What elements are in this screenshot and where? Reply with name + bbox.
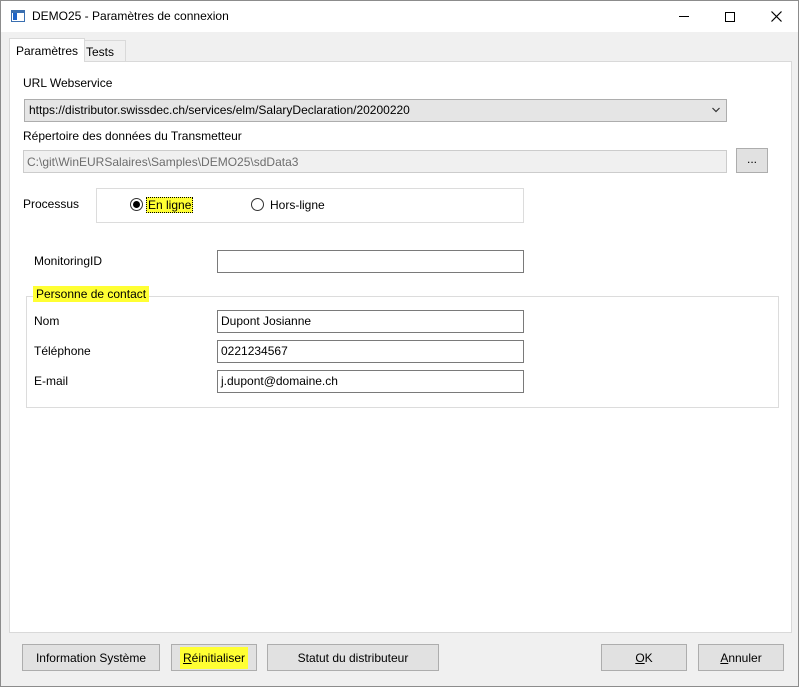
ok-button-label: OK [635, 650, 653, 665]
contact-group-legend: Personne de contact [33, 286, 150, 302]
tab-label: Tests [86, 44, 115, 59]
contact-phone-value: 0221234567 [221, 344, 288, 358]
contact-name-value: Dupont Josianne [221, 314, 312, 328]
app-window-icon [11, 10, 25, 22]
data-directory-label: Répertoire des données du Transmetteur [23, 129, 242, 143]
monitoring-id-input[interactable] [217, 250, 524, 273]
close-button[interactable] [753, 1, 799, 32]
reset-button[interactable]: Réinitialiser [171, 644, 257, 671]
chevron-down-icon [712, 107, 720, 113]
minimize-button[interactable] [661, 1, 707, 32]
browse-button-label: ... [746, 152, 757, 166]
system-info-button[interactable]: Information Système [22, 644, 160, 671]
contact-phone-input[interactable]: 0221234567 [217, 340, 524, 363]
contact-email-value: j.dupont@domaine.ch [221, 374, 338, 388]
tab-parametres[interactable]: Paramètres [9, 38, 86, 62]
distributor-status-button[interactable]: Statut du distributeur [267, 644, 439, 671]
radio-offline[interactable] [251, 198, 264, 211]
distributor-status-button-label: Statut du distributeur [297, 650, 409, 665]
reset-button-label: Réinitialiser [179, 646, 249, 669]
radio-offline-label[interactable]: Hors-ligne [270, 198, 325, 212]
tab-label: Paramètres [16, 43, 79, 58]
process-label: Processus [23, 197, 80, 211]
maximize-button[interactable] [707, 1, 753, 32]
url-webservice-label: URL Webservice [23, 76, 113, 90]
cancel-button[interactable]: Annuler [698, 644, 784, 671]
url-webservice-value: https://distributor.swissdec.ch/services… [29, 103, 410, 117]
minimize-icon [679, 16, 689, 17]
monitoring-id-label: MonitoringID [34, 254, 103, 268]
radio-online-label[interactable]: En ligne [146, 197, 194, 213]
contact-phone-label: Téléphone [34, 344, 91, 358]
contact-email-input[interactable]: j.dupont@domaine.ch [217, 370, 524, 393]
contact-email-label: E-mail [34, 374, 69, 388]
data-directory-value: C:\git\WinEURSalaires\Samples\DEMO25\sdD… [27, 155, 299, 169]
contact-name-label: Nom [34, 314, 60, 328]
data-directory-field[interactable]: C:\git\WinEURSalaires\Samples\DEMO25\sdD… [23, 150, 727, 173]
radio-online[interactable] [130, 198, 143, 211]
ok-button[interactable]: OK [601, 644, 687, 671]
cancel-button-label: Annuler [720, 650, 762, 665]
tab-tests[interactable]: Tests [79, 40, 126, 62]
maximize-icon [725, 11, 735, 22]
close-icon [770, 11, 782, 22]
browse-button[interactable]: ... [736, 148, 768, 173]
title-bar[interactable]: DEMO25 - Paramètres de connexion [1, 1, 798, 32]
window-title: DEMO25 - Paramètres de connexion [32, 9, 229, 23]
dialog-window: DEMO25 - Paramètres de connexion Paramèt… [0, 0, 799, 687]
system-info-button-label: Information Système [35, 650, 147, 665]
contact-name-input[interactable]: Dupont Josianne [217, 310, 524, 333]
url-webservice-select[interactable]: https://distributor.swissdec.ch/services… [24, 99, 727, 122]
